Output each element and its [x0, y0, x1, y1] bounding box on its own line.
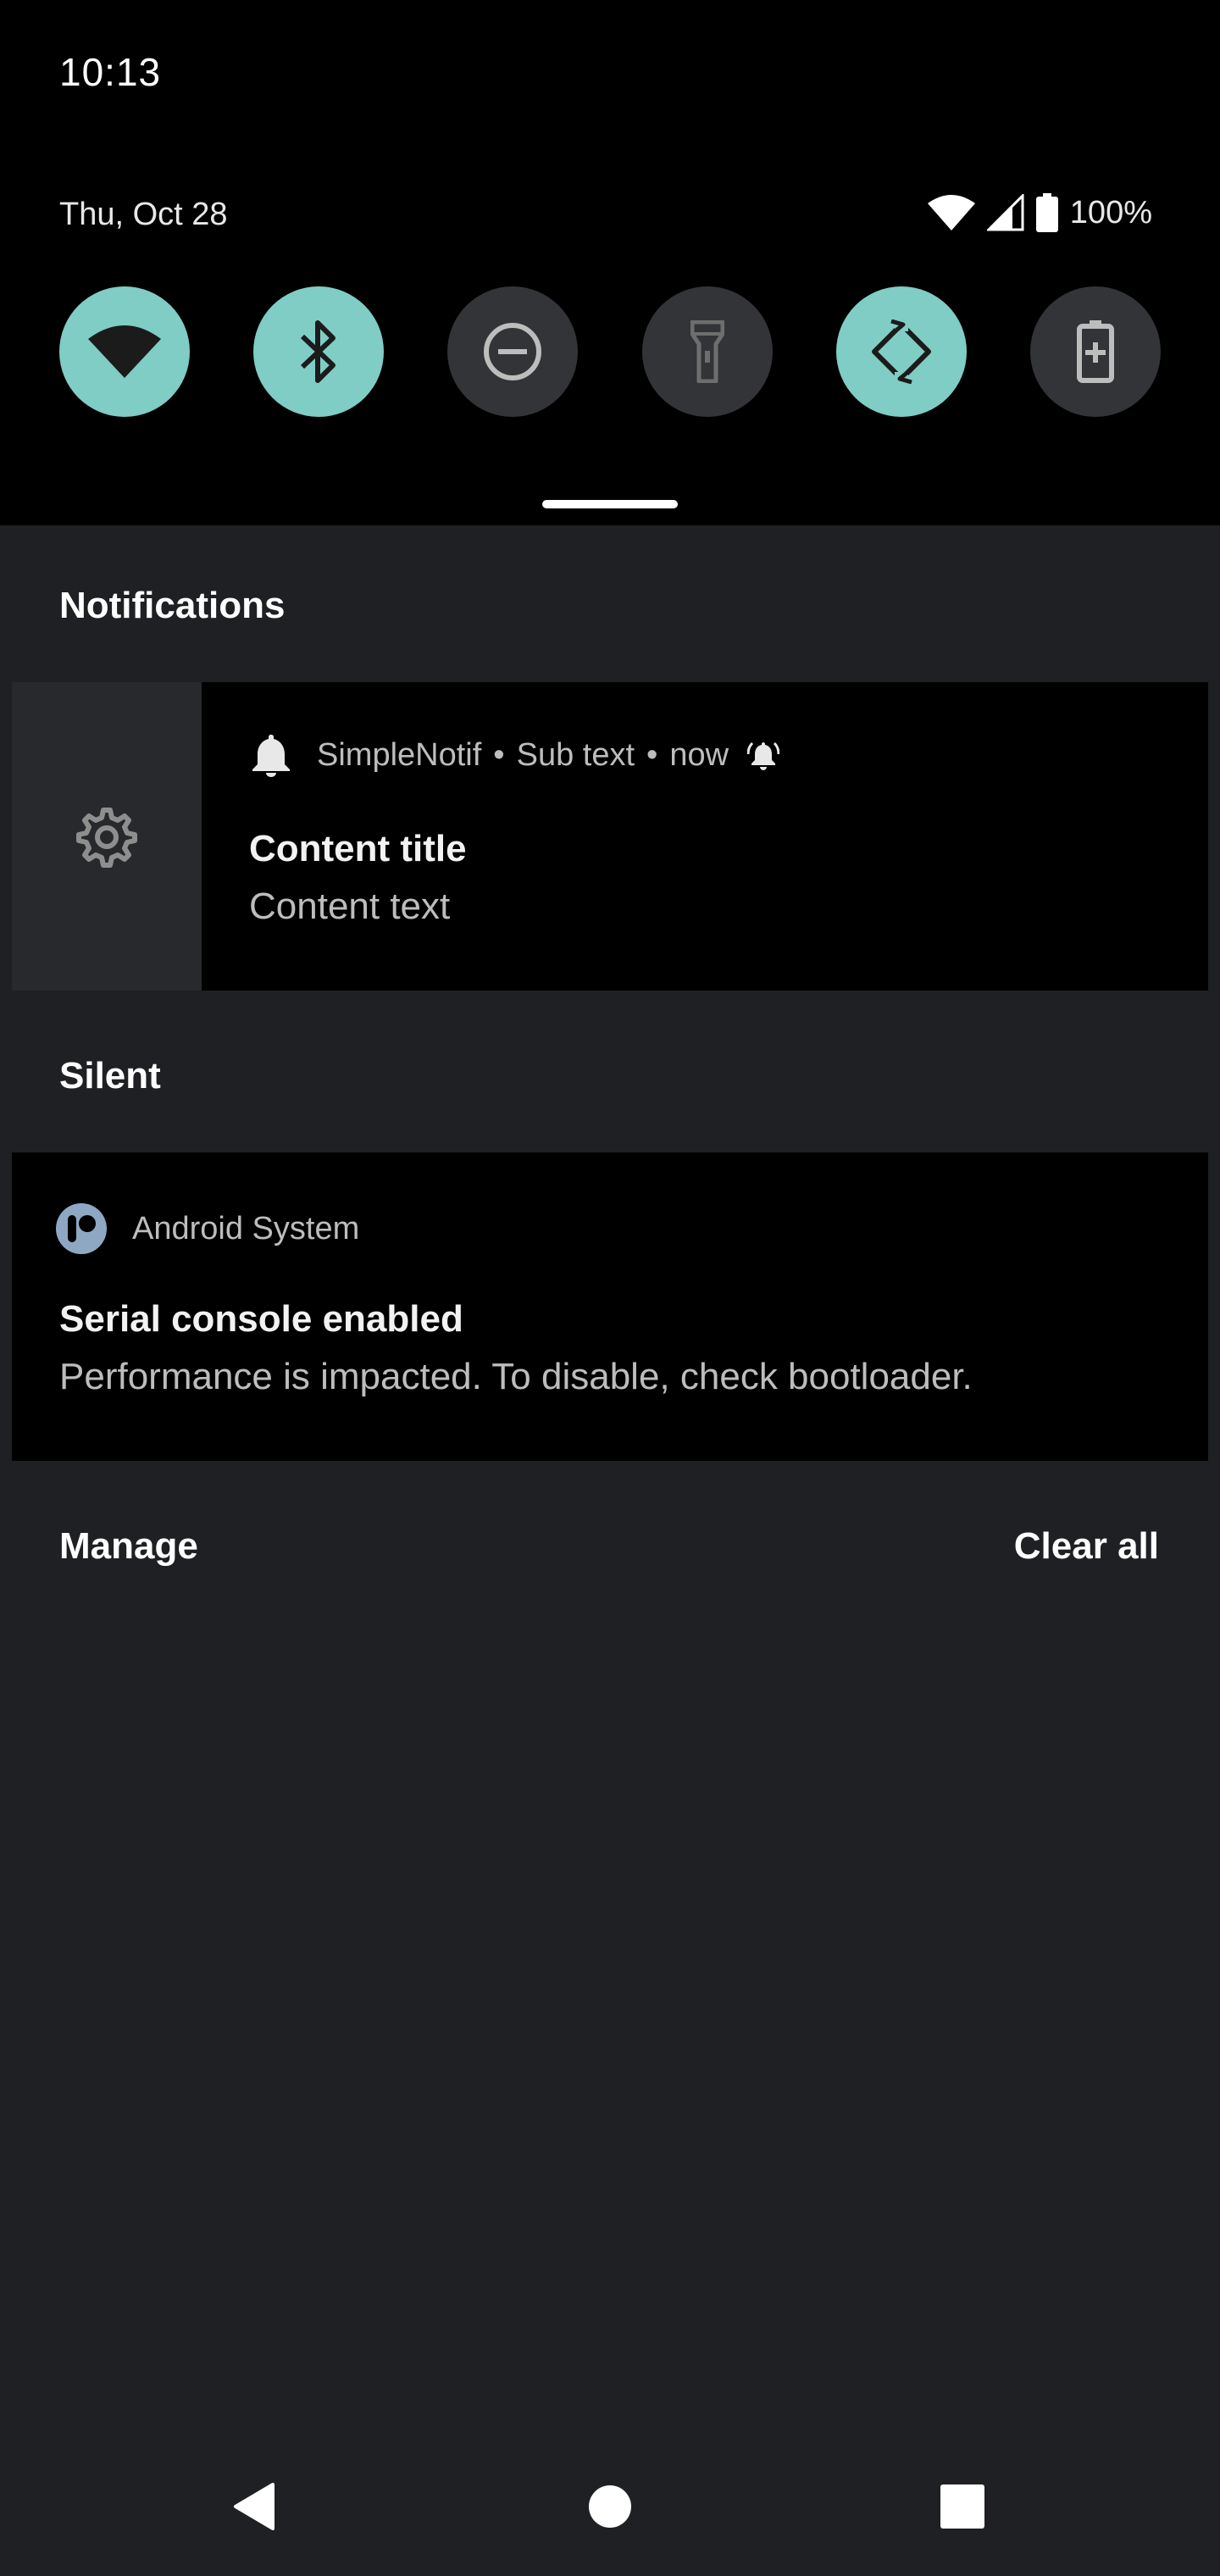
notification-card-android-system[interactable]: Android System Serial console enabled Pe…: [12, 1152, 1208, 1461]
manage-button[interactable]: Manage: [59, 1525, 198, 1568]
notification-header: SimpleNotif • Sub text • now: [251, 733, 780, 777]
battery-icon: [1035, 193, 1058, 232]
bluetooth-tile[interactable]: [253, 286, 385, 417]
home-icon: [589, 2485, 631, 2528]
home-button[interactable]: [585, 2481, 635, 2532]
flashlight-icon: [690, 320, 724, 383]
battery-saver-icon: [1076, 320, 1114, 383]
notification-app-name: SimpleNotif: [317, 736, 482, 773]
notification-card-simplenotif[interactable]: SimpleNotif • Sub text • now Content tit…: [202, 682, 1208, 991]
status-icons: 100%: [927, 193, 1152, 232]
notification-text: Performance is impacted. To disable, che…: [59, 1356, 973, 1397]
notification-title: Content title: [249, 828, 467, 869]
flashlight-tile[interactable]: [641, 286, 773, 417]
recents-icon: [940, 2484, 984, 2529]
clear-all-button[interactable]: Clear all: [1014, 1525, 1159, 1568]
navigation-bar: [0, 2457, 1220, 2551]
alerted-bell-icon: [747, 741, 780, 770]
notification-text: Content text: [249, 886, 451, 927]
notification-settings-gear-icon[interactable]: [75, 805, 139, 874]
notification-title: Serial console enabled: [59, 1298, 463, 1340]
notification-time: now: [669, 736, 729, 773]
auto-rotate-icon: [871, 319, 931, 384]
dnd-icon: [484, 323, 542, 380]
back-icon: [234, 2483, 274, 2530]
back-button[interactable]: [229, 2481, 280, 2532]
bell-icon: [252, 735, 290, 777]
recents-button[interactable]: [937, 2481, 988, 2532]
wifi-signal-icon: [927, 195, 975, 230]
wifi-tile[interactable]: [59, 286, 190, 417]
quick-settings-tiles: [59, 286, 1161, 417]
cell-signal-icon: [986, 194, 1024, 231]
date-label: Thu, Oct 28: [59, 197, 228, 232]
wifi-icon: [88, 325, 161, 378]
header-separator: •: [646, 736, 658, 773]
notification-sub-text: Sub text: [516, 736, 635, 773]
notification-app-name: Android System: [132, 1210, 360, 1246]
silent-header: Silent: [59, 1055, 161, 1096]
auto-rotate-tile[interactable]: [835, 286, 967, 417]
status-bar-clock: 10:13: [59, 50, 162, 94]
notifications-header: Notifications: [59, 585, 286, 626]
header-separator: •: [493, 736, 505, 773]
bluetooth-icon: [301, 320, 336, 383]
quick-settings-panel: 10:13 Thu, Oct 28 100%: [0, 0, 1220, 525]
battery-saver-tile[interactable]: [1029, 286, 1161, 417]
notification-header: Android System: [56, 1203, 359, 1254]
dnd-tile[interactable]: [447, 286, 579, 417]
panel-drag-handle[interactable]: [542, 500, 678, 508]
android-system-icon: [56, 1203, 107, 1254]
battery-percent: 100%: [1069, 194, 1152, 230]
